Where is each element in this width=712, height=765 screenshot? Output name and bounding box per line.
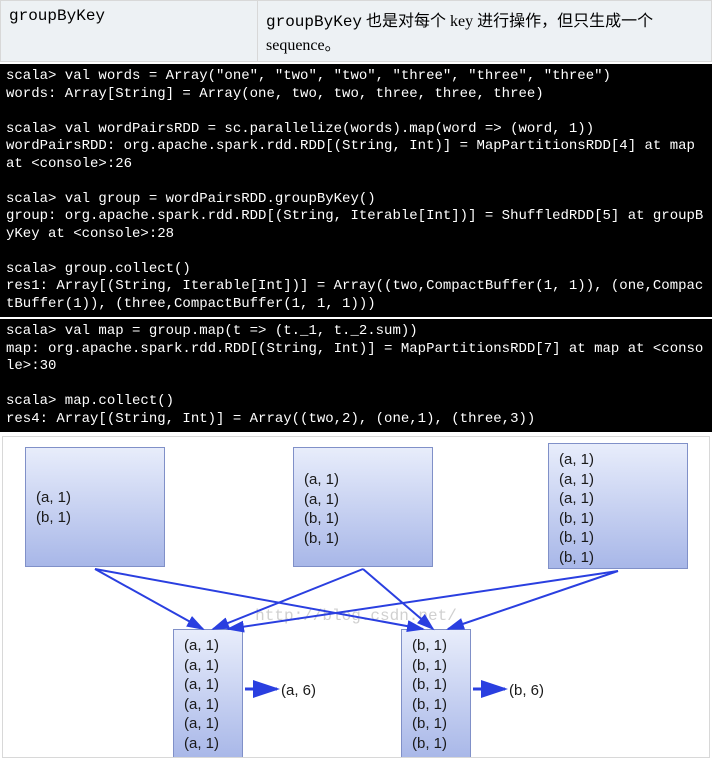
list-item: (b, 1) (412, 714, 460, 734)
partition-top-2: (a, 1) (a, 1) (b, 1) (b, 1) (293, 447, 433, 567)
list-item: (a, 1) (304, 490, 422, 510)
list-item: (a, 1) (184, 656, 232, 676)
list-item: (b, 1) (412, 734, 460, 754)
result-b: (b, 6) (509, 682, 544, 699)
partition-bottom-b: (b, 1) (b, 1) (b, 1) (b, 1) (b, 1) (b, 1… (401, 629, 471, 758)
list-item: (b, 1) (559, 509, 677, 529)
partition-top-3: (a, 1) (a, 1) (a, 1) (b, 1) (b, 1) (b, 1… (548, 443, 688, 569)
list-item: (b, 1) (412, 636, 460, 656)
list-item: (a, 1) (184, 675, 232, 695)
list-item: (b, 1) (559, 528, 677, 548)
list-item: (b, 1) (412, 695, 460, 715)
list-item: (b, 1) (559, 548, 677, 568)
list-item: (a, 1) (184, 695, 232, 715)
list-item: (b, 1) (304, 509, 422, 529)
shuffle-diagram: http://blog.csdn.net/ (a, 1) (b, 1) (a, … (2, 436, 710, 758)
list-item: (b, 1) (412, 656, 460, 676)
header-row: groupByKey groupByKey 也是对每个 key 进行操作，但只生… (0, 0, 712, 62)
list-item: (a, 1) (304, 470, 422, 490)
watermark: http://blog.csdn.net/ (255, 607, 457, 625)
list-item: (a, 1) (559, 489, 677, 509)
partition-top-1: (a, 1) (b, 1) (25, 447, 165, 567)
list-item: (b, 1) (304, 529, 422, 549)
list-item: (b, 1) (36, 508, 154, 528)
list-item: (a, 1) (559, 470, 677, 490)
header-desc: groupByKey 也是对每个 key 进行操作，但只生成一个 sequenc… (258, 1, 711, 61)
list-item: (a, 1) (559, 450, 677, 470)
list-item: (b, 1) (412, 675, 460, 695)
list-item: (a, 1) (184, 714, 232, 734)
list-item: (a, 1) (184, 636, 232, 656)
list-item: (a, 1) (184, 734, 232, 754)
terminal-block-2: scala> val map = group.map(t => (t._1, t… (0, 319, 712, 432)
terminal-block-1: scala> val words = Array("one", "two", "… (0, 64, 712, 317)
result-a: (a, 6) (281, 682, 316, 699)
header-desc-code: groupByKey (266, 13, 362, 31)
partition-bottom-a: (a, 1) (a, 1) (a, 1) (a, 1) (a, 1) (a, 1… (173, 629, 243, 758)
header-key: groupByKey (1, 1, 258, 61)
list-item: (a, 1) (36, 488, 154, 508)
